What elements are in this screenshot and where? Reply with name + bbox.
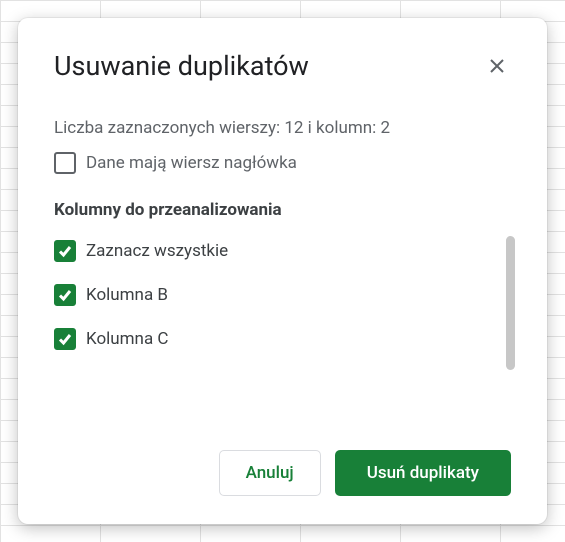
column-label: Kolumna C xyxy=(86,329,168,349)
select-all-label: Zaznacz wszystkie xyxy=(86,241,228,261)
columns-area: Zaznacz wszystkie Kolumna B Kolumna C xyxy=(54,240,511,426)
header-row-option: Dane mają wiersz nagłówka xyxy=(54,152,511,174)
dialog-actions: Anuluj Usuń duplikaty xyxy=(54,426,511,524)
column-label: Kolumna B xyxy=(86,285,168,305)
remove-duplicates-dialog: Usuwanie duplikatów Liczba zaznaczonych … xyxy=(18,18,547,524)
close-icon xyxy=(489,58,505,74)
dialog-header: Usuwanie duplikatów xyxy=(54,50,511,82)
select-all-row: Zaznacz wszystkie xyxy=(54,240,511,262)
scrollbar-thumb[interactable] xyxy=(506,236,515,370)
column-checkbox[interactable] xyxy=(54,284,76,306)
close-button[interactable] xyxy=(483,52,511,80)
selection-info: Liczba zaznaczonych wierszy: 12 i kolumn… xyxy=(54,118,511,138)
select-all-checkbox[interactable] xyxy=(54,240,76,262)
column-row: Kolumna C xyxy=(54,328,511,350)
check-icon xyxy=(57,243,73,259)
column-row: Kolumna B xyxy=(54,284,511,306)
column-checkbox[interactable] xyxy=(54,328,76,350)
dialog-title: Usuwanie duplikatów xyxy=(54,50,309,82)
header-row-label: Dane mają wiersz nagłówka xyxy=(86,153,297,173)
remove-duplicates-button[interactable]: Usuń duplikaty xyxy=(335,450,511,496)
columns-list: Zaznacz wszystkie Kolumna B Kolumna C xyxy=(54,240,511,350)
check-icon xyxy=(57,287,73,303)
header-row-checkbox[interactable] xyxy=(54,152,76,174)
columns-section-title: Kolumny do przeanalizowania xyxy=(54,200,511,220)
check-icon xyxy=(57,331,73,347)
cancel-button[interactable]: Anuluj xyxy=(219,450,321,496)
